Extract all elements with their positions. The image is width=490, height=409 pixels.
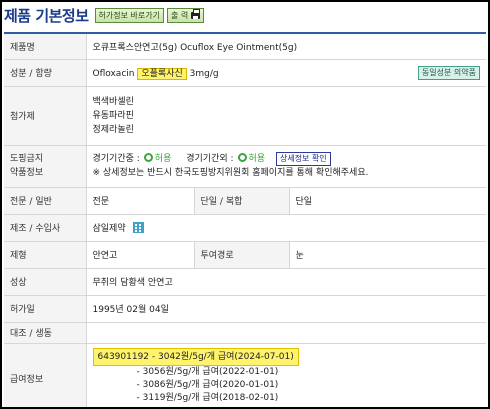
label-control: 대조 / 생동 <box>4 322 87 344</box>
value-appearance: 무취의 담황색 안연고 <box>86 268 486 296</box>
row-class: 전문 / 일반 전문 단일 / 복합 단일 <box>4 187 486 215</box>
value-permit-date: 1995년 02월 04일 <box>86 295 486 323</box>
allowed-circle-icon <box>143 153 153 162</box>
value-class: 전문 <box>86 187 194 215</box>
label-maker: 제조 / 수입사 <box>4 214 87 242</box>
doping-detail-button[interactable]: 상세정보 확인 <box>275 152 331 166</box>
in-competition-value: 허용 <box>154 154 172 164</box>
out-competition-label: 경기기간외 : <box>186 154 234 164</box>
product-info-panel: 제품 기본정보 허가정보 바로가기 출 력 제품명 오큐프록스안연고(5g) O… <box>0 0 490 409</box>
product-info-table: 제품명 오큐프록스안연고(5g) Ocuflox Eye Ointment(5g… <box>4 32 486 407</box>
print-label: 출 력 <box>170 10 189 20</box>
row-control: 대조 / 생동 <box>4 322 486 344</box>
row-permit-date: 허가일 1995년 02월 04일 <box>4 295 486 323</box>
page-title: 제품 기본정보 <box>4 6 89 25</box>
in-competition-label: 경기기간중 : <box>92 154 140 164</box>
additive-item: 정제라놀린 <box>92 124 134 135</box>
value-composition: 단일 <box>289 187 486 215</box>
additive-item: 유동파라핀 <box>92 110 134 121</box>
ingredient-ko: 오플록사신 <box>137 67 187 80</box>
printer-icon <box>191 8 201 19</box>
doping-status: 경기기간중 : 허용 경기기간외 : 허용 상세정보 확인 <box>93 152 481 166</box>
additive-item: 백색바셀린 <box>92 96 134 107</box>
permit-shortcut-button[interactable]: 허가정보 바로가기 <box>94 7 164 23</box>
insurance-history-item: - 3056원/5g/개 급여(2022-01-01) <box>136 366 279 377</box>
label-product-name: 제품명 <box>4 33 87 60</box>
label-additives: 첨가제 <box>4 86 87 146</box>
ingredient-en: Ofloxacin <box>92 68 135 79</box>
panel-header: 제품 기본정보 허가정보 바로가기 출 력 <box>4 5 207 25</box>
value-ingredient: 동일성분 의약품 Ofloxacin 오플록사신 3mg/g <box>86 59 486 87</box>
label-route: 투여경로 <box>193 241 290 269</box>
label-appearance: 성상 <box>4 268 87 296</box>
value-insurance: 643901192 - 3042원/5g/개 급여(2024-07-01) - … <box>86 343 486 407</box>
row-insurance: 급여정보 643901192 - 3042원/5g/개 급여(2024-07-0… <box>4 343 486 407</box>
value-maker[interactable]: 삼일제약 <box>86 214 486 242</box>
label-insurance: 급여정보 <box>4 343 87 407</box>
row-appearance: 성상 무취의 담황색 안연고 <box>4 268 486 296</box>
insurance-history-item: - 3086원/5g/개 급여(2020-01-01) <box>136 379 279 390</box>
row-ingredient: 성분 / 함량 동일성분 의약품 Ofloxacin 오플록사신 3mg/g <box>4 59 486 87</box>
out-competition-value: 허용 <box>248 154 266 164</box>
value-additives: 백색바셀린 유동파라핀 정제라놀린 <box>86 86 486 146</box>
row-maker: 제조 / 수입사 삼일제약 <box>4 214 486 242</box>
label-doping-line1: 도핑금지 <box>10 154 44 164</box>
row-doping: 도핑금지 약품정보 경기기간중 : 허용 경기기간외 : 허용 상세정보 확인 ※ … <box>4 145 486 188</box>
value-route: 눈 <box>289 241 486 269</box>
row-product-name: 제품명 오큐프록스안연고(5g) Ocuflox Eye Ointment(5g… <box>4 33 486 60</box>
building-icon[interactable] <box>132 222 144 233</box>
insurance-history-item: - 3119원/5g/개 급여(2018-02-01) <box>136 392 279 403</box>
label-permit-date: 허가일 <box>4 295 87 323</box>
ingredient-amount: 3mg/g <box>189 68 219 79</box>
allowed-circle-icon <box>237 153 247 162</box>
label-doping-line2: 약품정보 <box>10 168 44 178</box>
value-form: 안연고 <box>86 241 194 269</box>
value-doping: 경기기간중 : 허용 경기기간외 : 허용 상세정보 확인 ※ 상세정보는 반드시 … <box>86 145 486 188</box>
label-ingredient: 성분 / 함량 <box>4 59 87 87</box>
label-doping: 도핑금지 약품정보 <box>4 145 87 188</box>
value-control <box>86 322 486 344</box>
print-button[interactable]: 출 력 <box>166 7 205 23</box>
label-composition: 단일 / 복합 <box>193 187 290 215</box>
row-additives: 첨가제 백색바셀린 유동파라핀 정제라놀린 <box>4 86 486 146</box>
row-form: 제형 안연고 투여경로 눈 <box>4 241 486 269</box>
label-form: 제형 <box>4 241 87 269</box>
doping-note: ※ 상세정보는 반드시 한국도핑방지위원회 홈페이지를 통해 확인해주세요. <box>92 168 369 178</box>
label-class: 전문 / 일반 <box>4 187 87 215</box>
maker-name[interactable]: 삼일제약 <box>93 224 126 234</box>
value-product-name: 오큐프록스안연고(5g) Ocuflox Eye Ointment(5g) <box>86 33 486 60</box>
insurance-current: 643901192 - 3042원/5g/개 급여(2024-07-01) <box>92 347 299 366</box>
same-ingredient-button[interactable]: 동일성분 의약품 <box>417 65 480 80</box>
